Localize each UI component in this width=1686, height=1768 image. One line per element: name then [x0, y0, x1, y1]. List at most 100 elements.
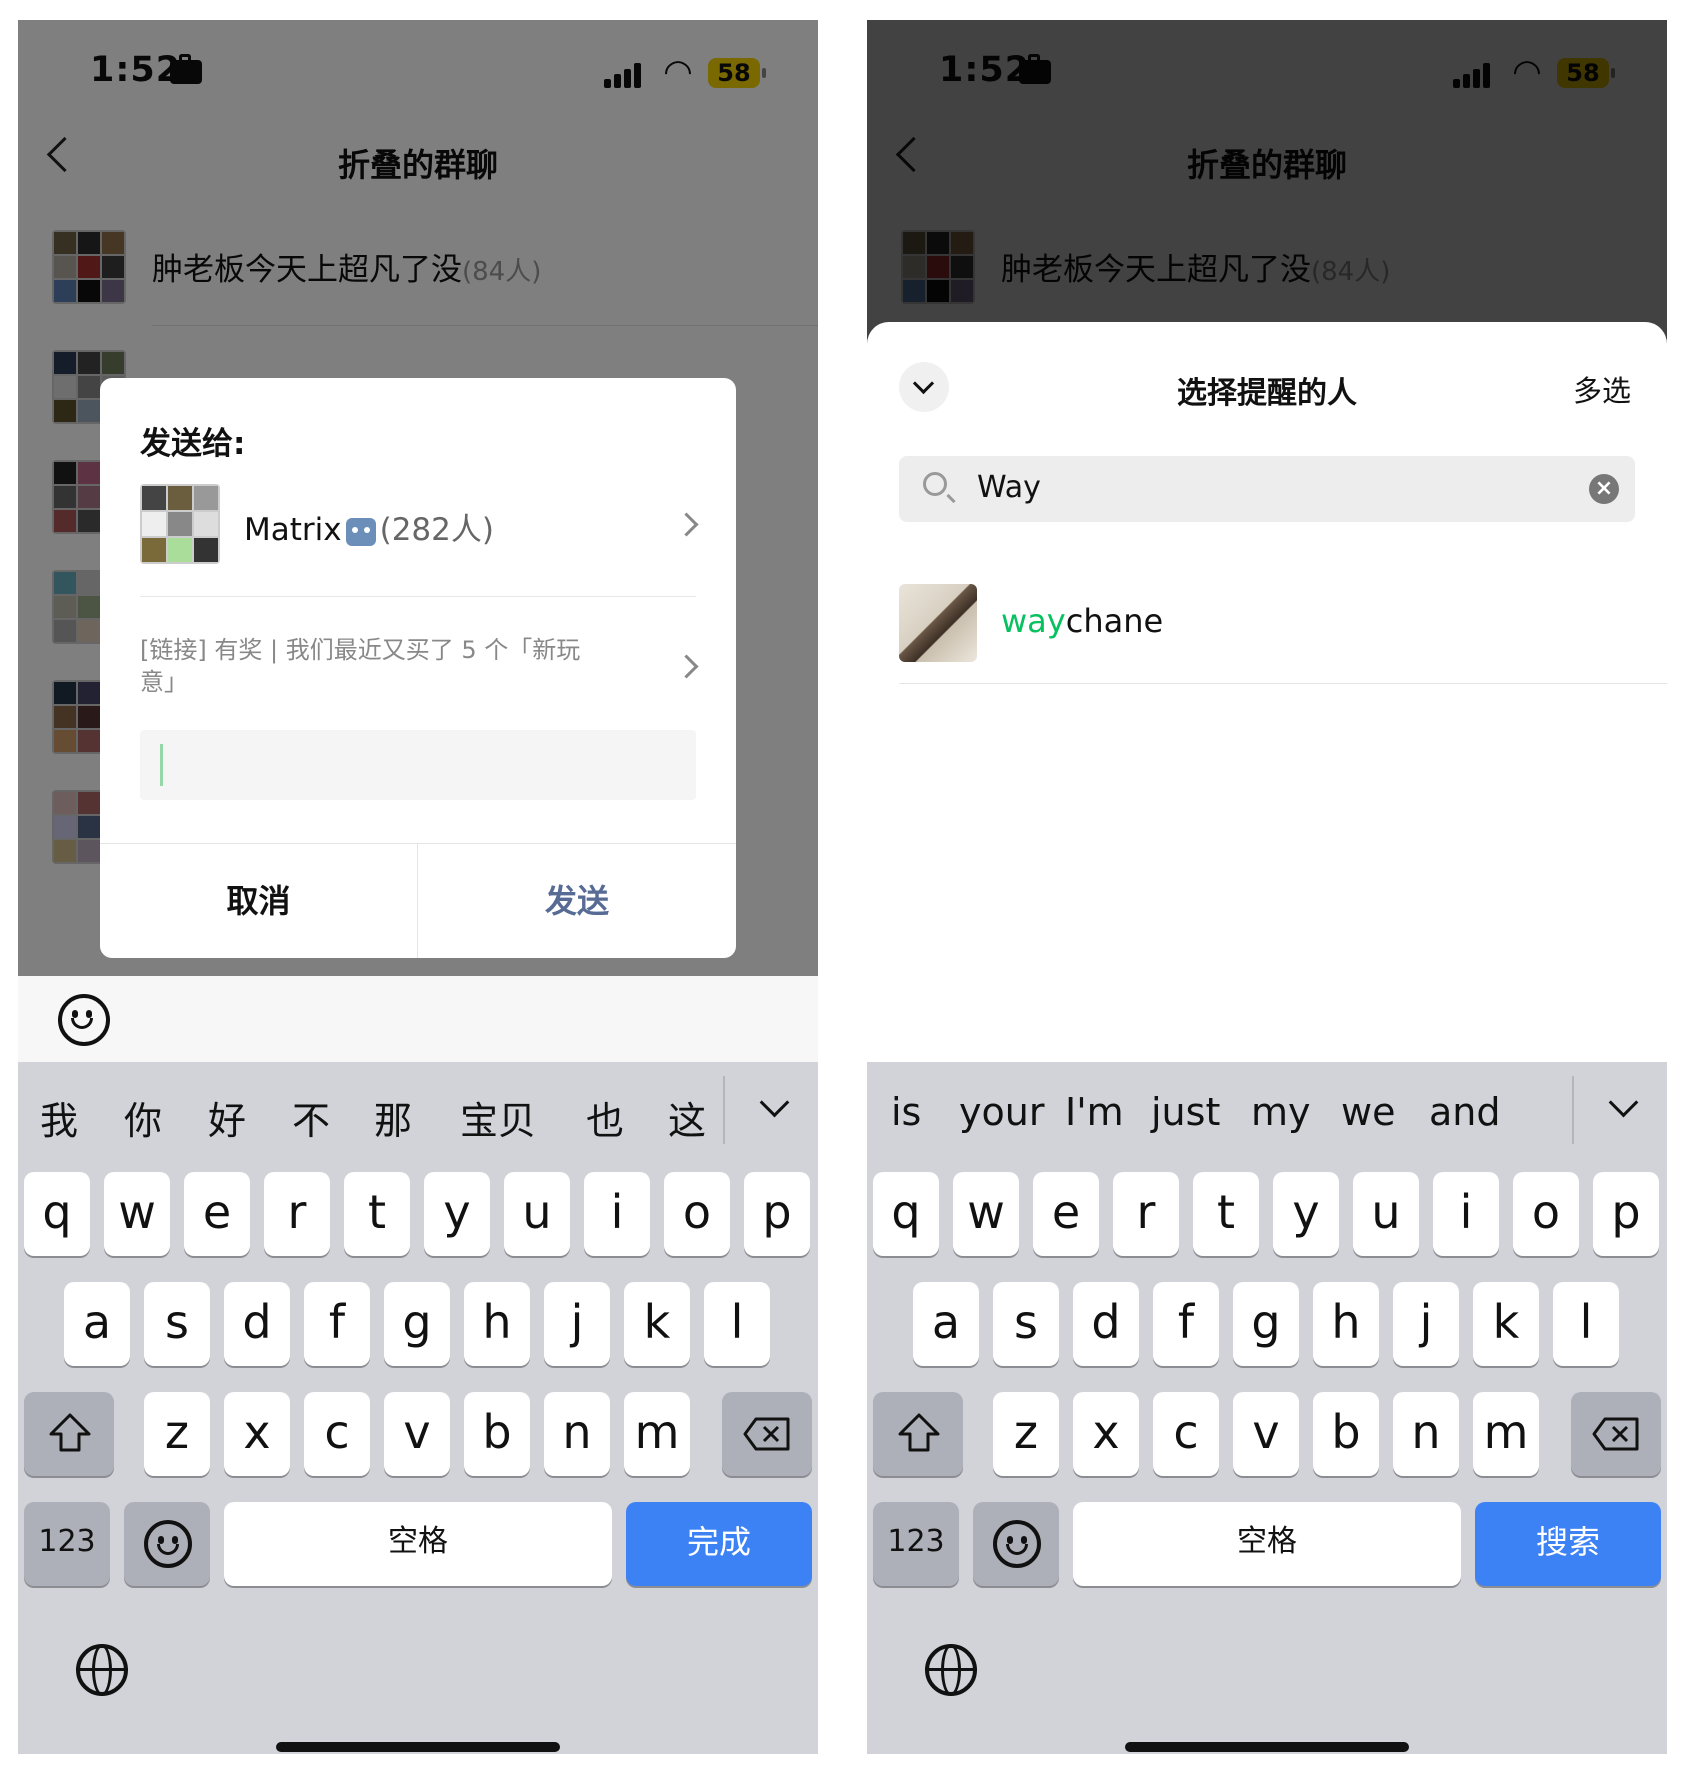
candidate-word[interactable]: 我: [40, 1090, 78, 1145]
key[interactable]: r: [264, 1172, 330, 1256]
key[interactable]: t: [344, 1172, 410, 1256]
key[interactable]: f: [1153, 1282, 1219, 1366]
globe-icon[interactable]: [925, 1644, 977, 1696]
candidate-word[interactable]: 宝贝: [460, 1090, 536, 1145]
key[interactable]: i: [1433, 1172, 1499, 1256]
backspace-key[interactable]: [1571, 1392, 1661, 1476]
candidate-word[interactable]: and: [1429, 1090, 1501, 1134]
key[interactable]: w: [953, 1172, 1019, 1256]
key[interactable]: n: [1393, 1392, 1459, 1476]
backspace-icon: [743, 1417, 790, 1451]
key[interactable]: q: [873, 1172, 939, 1256]
space-key[interactable]: 空格: [1073, 1502, 1461, 1586]
cancel-button[interactable]: 取消: [100, 844, 418, 958]
key[interactable]: y: [424, 1172, 490, 1256]
globe-icon[interactable]: [76, 1644, 128, 1696]
numbers-key[interactable]: 123: [24, 1502, 110, 1586]
key[interactable]: x: [224, 1392, 290, 1476]
contact-result[interactable]: waychane: [899, 584, 1667, 684]
key[interactable]: l: [704, 1282, 770, 1366]
candidate-word[interactable]: my: [1251, 1090, 1311, 1134]
key[interactable]: s: [144, 1282, 210, 1366]
chevron-down-icon[interactable]: [1608, 1087, 1639, 1118]
key[interactable]: z: [993, 1392, 1059, 1476]
key[interactable]: d: [1073, 1282, 1139, 1366]
key[interactable]: i: [584, 1172, 650, 1256]
search-key[interactable]: 搜索: [1475, 1502, 1661, 1586]
candidate-word[interactable]: just: [1151, 1090, 1220, 1134]
key[interactable]: h: [464, 1282, 530, 1366]
key[interactable]: l: [1553, 1282, 1619, 1366]
key[interactable]: o: [1513, 1172, 1579, 1256]
candidate-word[interactable]: I'm: [1065, 1090, 1124, 1134]
key[interactable]: u: [1353, 1172, 1419, 1256]
key[interactable]: c: [1153, 1392, 1219, 1476]
key[interactable]: o: [664, 1172, 730, 1256]
key[interactable]: g: [1233, 1282, 1299, 1366]
key[interactable]: g: [384, 1282, 450, 1366]
numbers-key[interactable]: 123: [873, 1502, 959, 1586]
smile-icon[interactable]: [58, 994, 110, 1046]
key[interactable]: j: [544, 1282, 610, 1366]
candidate-word[interactable]: 这: [668, 1090, 706, 1145]
shift-key[interactable]: [24, 1392, 114, 1476]
search-value: Way: [977, 470, 1041, 505]
key[interactable]: p: [744, 1172, 810, 1256]
key[interactable]: y: [1273, 1172, 1339, 1256]
candidate-word[interactable]: your: [959, 1090, 1044, 1134]
emoji-toolbar: [18, 976, 818, 1062]
key[interactable]: m: [1473, 1392, 1539, 1476]
divider: [899, 683, 1667, 684]
shift-key[interactable]: [873, 1392, 963, 1476]
key[interactable]: k: [624, 1282, 690, 1366]
key[interactable]: x: [1073, 1392, 1139, 1476]
clear-icon[interactable]: ×: [1589, 474, 1619, 504]
key[interactable]: h: [1313, 1282, 1379, 1366]
space-key[interactable]: 空格: [224, 1502, 612, 1586]
key[interactable]: z: [144, 1392, 210, 1476]
key[interactable]: w: [104, 1172, 170, 1256]
key[interactable]: m: [624, 1392, 690, 1476]
candidate-word[interactable]: 好: [208, 1090, 246, 1145]
key[interactable]: e: [1033, 1172, 1099, 1256]
key[interactable]: q: [24, 1172, 90, 1256]
emoji-key[interactable]: [973, 1502, 1059, 1586]
candidate-word[interactable]: 你: [124, 1090, 162, 1145]
key[interactable]: c: [304, 1392, 370, 1476]
search-input[interactable]: Way ×: [899, 456, 1635, 522]
send-target[interactable]: Matrix (282人): [140, 482, 699, 570]
chevron-right-icon[interactable]: [674, 654, 699, 679]
key[interactable]: b: [1313, 1392, 1379, 1476]
key[interactable]: a: [64, 1282, 130, 1366]
key[interactable]: v: [1233, 1392, 1299, 1476]
candidate-word[interactable]: 也: [586, 1090, 624, 1145]
key[interactable]: a: [913, 1282, 979, 1366]
key[interactable]: p: [1593, 1172, 1659, 1256]
key[interactable]: r: [1113, 1172, 1179, 1256]
key[interactable]: j: [1393, 1282, 1459, 1366]
candidate-word[interactable]: 不: [292, 1090, 330, 1145]
candidate-word[interactable]: we: [1341, 1090, 1395, 1134]
candidate-bar: 我 你 好 不 那 宝贝 也 这: [18, 1062, 818, 1162]
key[interactable]: u: [504, 1172, 570, 1256]
chevron-down-icon[interactable]: [759, 1087, 790, 1118]
send-button[interactable]: 发送: [418, 844, 736, 958]
candidate-word[interactable]: 那: [374, 1090, 412, 1145]
key[interactable]: f: [304, 1282, 370, 1366]
candidate-word[interactable]: is: [891, 1090, 921, 1134]
key[interactable]: d: [224, 1282, 290, 1366]
key[interactable]: b: [464, 1392, 530, 1476]
key[interactable]: v: [384, 1392, 450, 1476]
emoji-key[interactable]: [124, 1502, 210, 1586]
multi-select-button[interactable]: 多选: [1573, 368, 1631, 410]
message-input[interactable]: [140, 730, 696, 800]
key[interactable]: s: [993, 1282, 1059, 1366]
dialog-buttons: 取消 发送: [100, 843, 736, 958]
target-member-count: (282人): [379, 512, 494, 548]
key[interactable]: n: [544, 1392, 610, 1476]
backspace-key[interactable]: [722, 1392, 812, 1476]
key[interactable]: k: [1473, 1282, 1539, 1366]
done-key[interactable]: 完成: [626, 1502, 812, 1586]
key[interactable]: t: [1193, 1172, 1259, 1256]
key[interactable]: e: [184, 1172, 250, 1256]
